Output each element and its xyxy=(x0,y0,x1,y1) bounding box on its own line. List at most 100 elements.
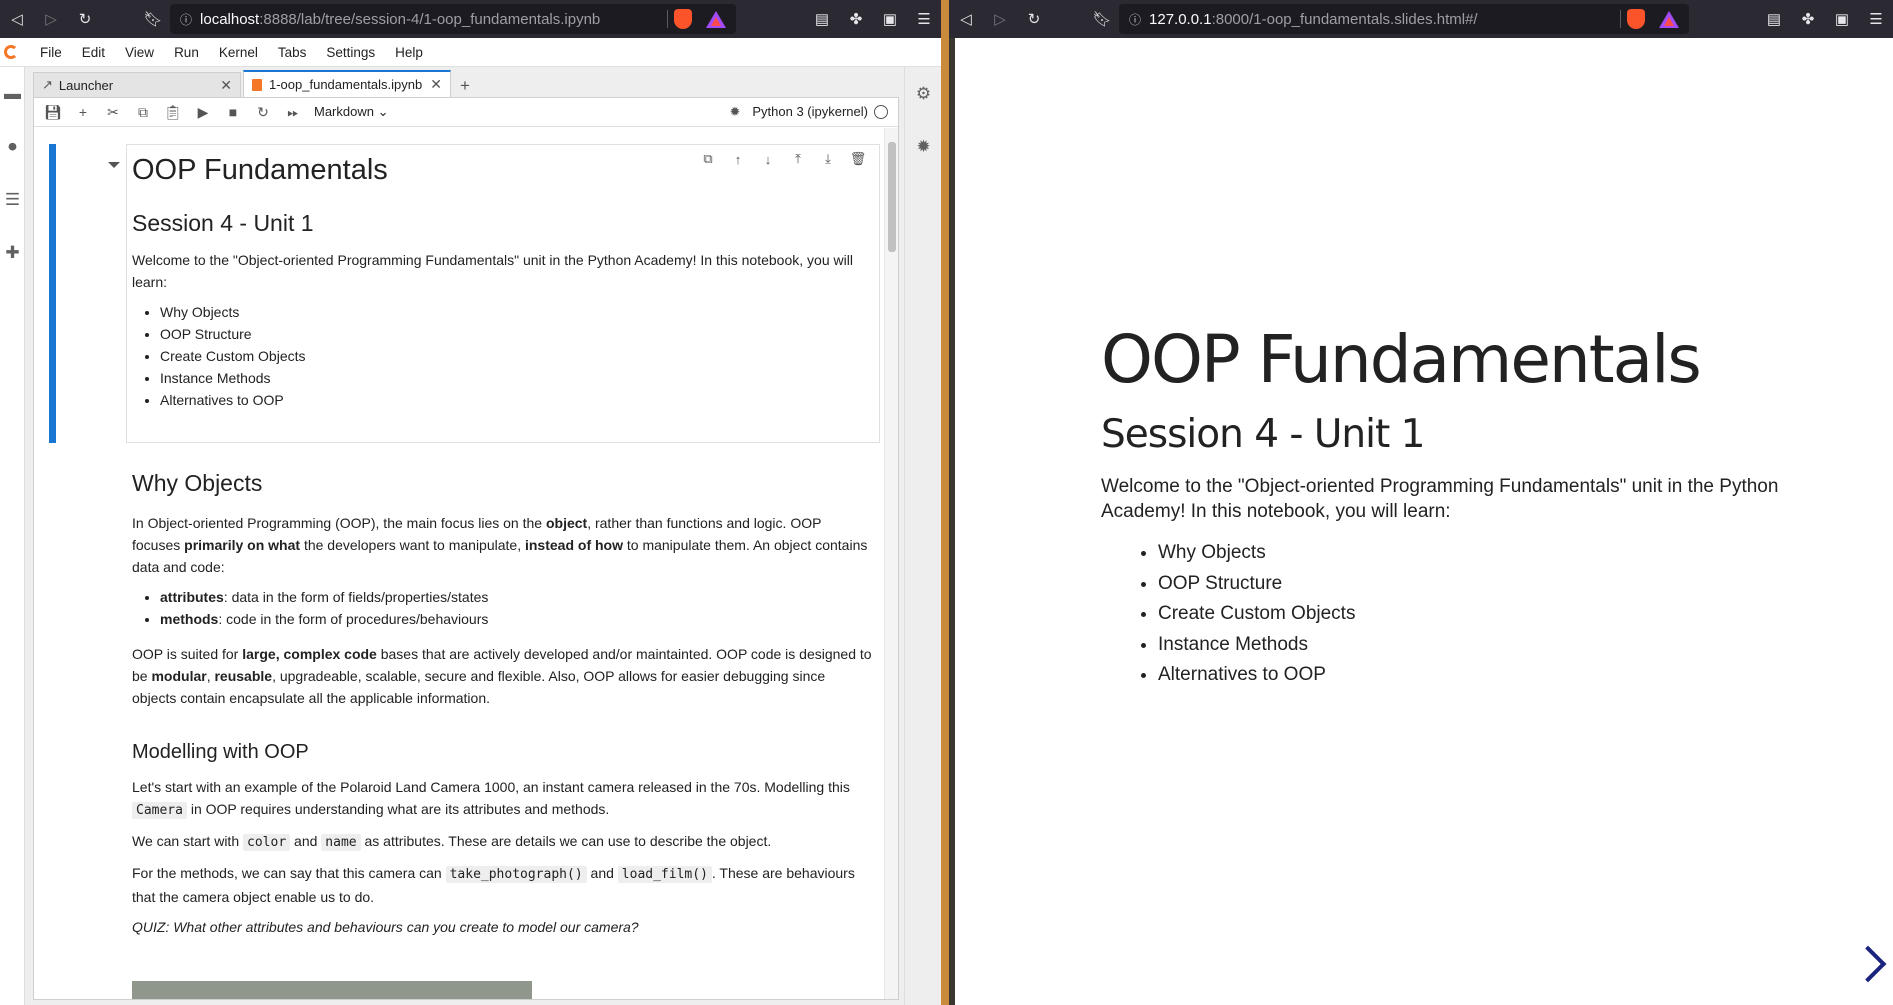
restart-icon[interactable]: ↻ xyxy=(248,98,278,127)
site-info-icon[interactable]: ⓘ xyxy=(1129,11,1141,28)
browser-toolbar: ◁ ▷ ↻ 🔖︎ ⓘ localhost:8888/lab/tree/sessi… xyxy=(0,0,941,38)
kernel-status-icon xyxy=(874,105,888,119)
bookmark-icon[interactable]: 🔖︎ xyxy=(1085,0,1119,38)
save-icon[interactable]: 💾︎ xyxy=(38,98,68,127)
menu-view[interactable]: View xyxy=(115,45,164,60)
menu-file[interactable]: File xyxy=(30,45,72,60)
list-item: methods: code in the form of procedures/… xyxy=(160,608,872,630)
chevron-down-icon: ⌄ xyxy=(377,104,389,119)
menu-run[interactable]: Run xyxy=(164,45,209,60)
list-item: Instance Methods xyxy=(160,367,872,389)
extension-manager-icon[interactable]: ✚ xyxy=(0,226,25,279)
tab-label: 1-oop_fundamentals.ipynb xyxy=(269,77,423,92)
reader-icon[interactable]: ▤ xyxy=(805,0,839,38)
wallet-icon[interactable]: ▣ xyxy=(1825,0,1859,38)
slide-intro: Welcome to the "Object-oriented Programm… xyxy=(1101,476,1779,522)
copy-icon[interactable]: ⧉ xyxy=(128,98,158,127)
reload-icon[interactable]: ↻ xyxy=(68,0,102,38)
kernel-label: Python 3 (ipykernel) xyxy=(752,104,868,119)
close-icon[interactable]: ✕ xyxy=(430,76,442,93)
modelling-paragraph-2: We can start with color and name as attr… xyxy=(132,833,772,851)
tab-launcher[interactable]: ↗ Launcher ✕ xyxy=(33,72,241,97)
bookmark-icon[interactable]: 🔖︎ xyxy=(136,0,170,38)
why-heading: Why Objects xyxy=(132,470,263,496)
scroll-thumb[interactable] xyxy=(888,142,896,252)
list-item: Alternatives to OOP xyxy=(160,389,872,411)
browser-menu-icon[interactable]: ☰ xyxy=(907,0,941,38)
running-kernels-icon[interactable]: ⏺ xyxy=(0,120,25,173)
reader-icon[interactable]: ▤ xyxy=(1757,0,1791,38)
reload-icon[interactable]: ↻ xyxy=(1017,0,1051,38)
menu-tabs[interactable]: Tabs xyxy=(268,45,317,60)
menu-settings[interactable]: Settings xyxy=(316,45,385,60)
brave-rewards-icon[interactable] xyxy=(1659,10,1679,28)
slide-title: OOP Fundamentals xyxy=(1101,321,1702,398)
document-tabbar: ↗ Launcher ✕ 1-oop_fundamentals.ipynb ✕ … xyxy=(33,67,904,97)
tab-notebook[interactable]: 1-oop_fundamentals.ipynb ✕ xyxy=(243,70,451,97)
url-path: :8000/1-oop_fundamentals.slides.html#/ xyxy=(1211,10,1478,28)
cell-collapser[interactable] xyxy=(49,144,56,443)
launcher-icon: ↗ xyxy=(42,77,53,92)
list-item: attributes: data in the form of fields/p… xyxy=(160,586,872,608)
window-divider[interactable] xyxy=(941,0,949,1005)
notebook-icon xyxy=(252,78,262,91)
window-edge xyxy=(949,38,955,1005)
url-path: :8888/lab/tree/session-4/1-oop_fundament… xyxy=(259,10,601,28)
url-separator xyxy=(667,10,668,28)
run-icon[interactable]: ▶ xyxy=(188,98,218,127)
quiz-paragraph: QUIZ: What other attributes and behaviou… xyxy=(132,919,639,935)
brave-rewards-icon[interactable] xyxy=(706,10,726,28)
notebook-scrollbar[interactable] xyxy=(884,128,898,999)
tab-label: Launcher xyxy=(58,77,114,93)
extensions-icon[interactable]: ✤ xyxy=(1791,0,1825,38)
paste-icon[interactable]: 📋︎ xyxy=(158,98,188,127)
why-paragraph-2: OOP is suited for large, complex code ba… xyxy=(132,646,872,706)
new-tab-button[interactable]: + xyxy=(453,75,477,97)
url-host: localhost xyxy=(200,10,260,28)
folder-icon[interactable]: ▬ xyxy=(0,67,25,120)
intro-paragraph: Welcome to the "Object-oriented Programm… xyxy=(132,252,853,290)
debugger-panel-icon[interactable]: ✹ xyxy=(905,120,941,173)
close-icon[interactable]: ✕ xyxy=(220,77,232,94)
list-item: OOP Structure xyxy=(1158,569,1841,600)
url-separator xyxy=(1620,10,1621,28)
table-of-contents-icon[interactable]: ☰ xyxy=(0,173,25,226)
camera-image xyxy=(132,981,532,999)
back-icon[interactable]: ◁ xyxy=(0,0,34,38)
cell-type-select[interactable]: Markdown ⌄ xyxy=(308,104,395,120)
address-bar[interactable]: ⓘ 127.0.0.1:8000/1-oop_fundamentals.slid… xyxy=(1119,4,1689,34)
brave-shields-icon[interactable] xyxy=(674,9,692,29)
insert-cell-icon[interactable]: + xyxy=(68,98,98,127)
forward-icon[interactable]: ▷ xyxy=(983,0,1017,38)
notebook-content[interactable]: ⧉ ↑ ↓ ⤒ ⤓ 🗑︎ OOP Fundamentals Session 4 … xyxy=(34,128,898,999)
browser-menu-icon[interactable]: ☰ xyxy=(1859,0,1893,38)
list-item: OOP Structure xyxy=(160,323,872,345)
main-area: ↗ Launcher ✕ 1-oop_fundamentals.ipynb ✕ … xyxy=(25,67,904,1005)
collapse-heading-icon[interactable] xyxy=(108,162,120,168)
cut-icon[interactable]: ✂ xyxy=(98,98,128,127)
modelling-heading: Modelling with OOP xyxy=(132,741,309,763)
kernel-name[interactable]: ✹ Python 3 (ipykernel) xyxy=(723,104,874,120)
site-info-icon[interactable]: ⓘ xyxy=(180,11,192,28)
jupyter-logo xyxy=(4,45,18,59)
run-all-icon[interactable]: ⏩︎ xyxy=(278,98,308,127)
forward-icon[interactable]: ▷ xyxy=(34,0,68,38)
brave-shields-icon[interactable] xyxy=(1627,9,1645,29)
menu-edit[interactable]: Edit xyxy=(72,45,115,60)
menu-help[interactable]: Help xyxy=(385,45,433,60)
wallet-icon[interactable]: ▣ xyxy=(873,0,907,38)
list-item: Create Custom Objects xyxy=(1158,599,1841,630)
jupyterlab-browser-window: ◁ ▷ ↻ 🔖︎ ⓘ localhost:8888/lab/tree/sessi… xyxy=(0,0,941,1005)
debugger-icon[interactable]: ✹ xyxy=(729,104,740,119)
url-host: 127.0.0.1 xyxy=(1149,10,1212,28)
list-item: Create Custom Objects xyxy=(160,345,872,367)
next-slide-chevron-icon[interactable] xyxy=(1855,945,1881,989)
list-item: Why Objects xyxy=(160,301,872,323)
property-inspector-icon[interactable]: ⚙ xyxy=(905,67,941,120)
back-icon[interactable]: ◁ xyxy=(949,0,983,38)
extensions-icon[interactable]: ✤ xyxy=(839,0,873,38)
address-bar[interactable]: ⓘ localhost:8888/lab/tree/session-4/1-oo… xyxy=(170,4,736,34)
markdown-cell-why: Why Objects In Object-oriented Programmi… xyxy=(132,468,872,709)
interrupt-icon[interactable]: ■ xyxy=(218,98,248,127)
menu-kernel[interactable]: Kernel xyxy=(209,45,268,60)
